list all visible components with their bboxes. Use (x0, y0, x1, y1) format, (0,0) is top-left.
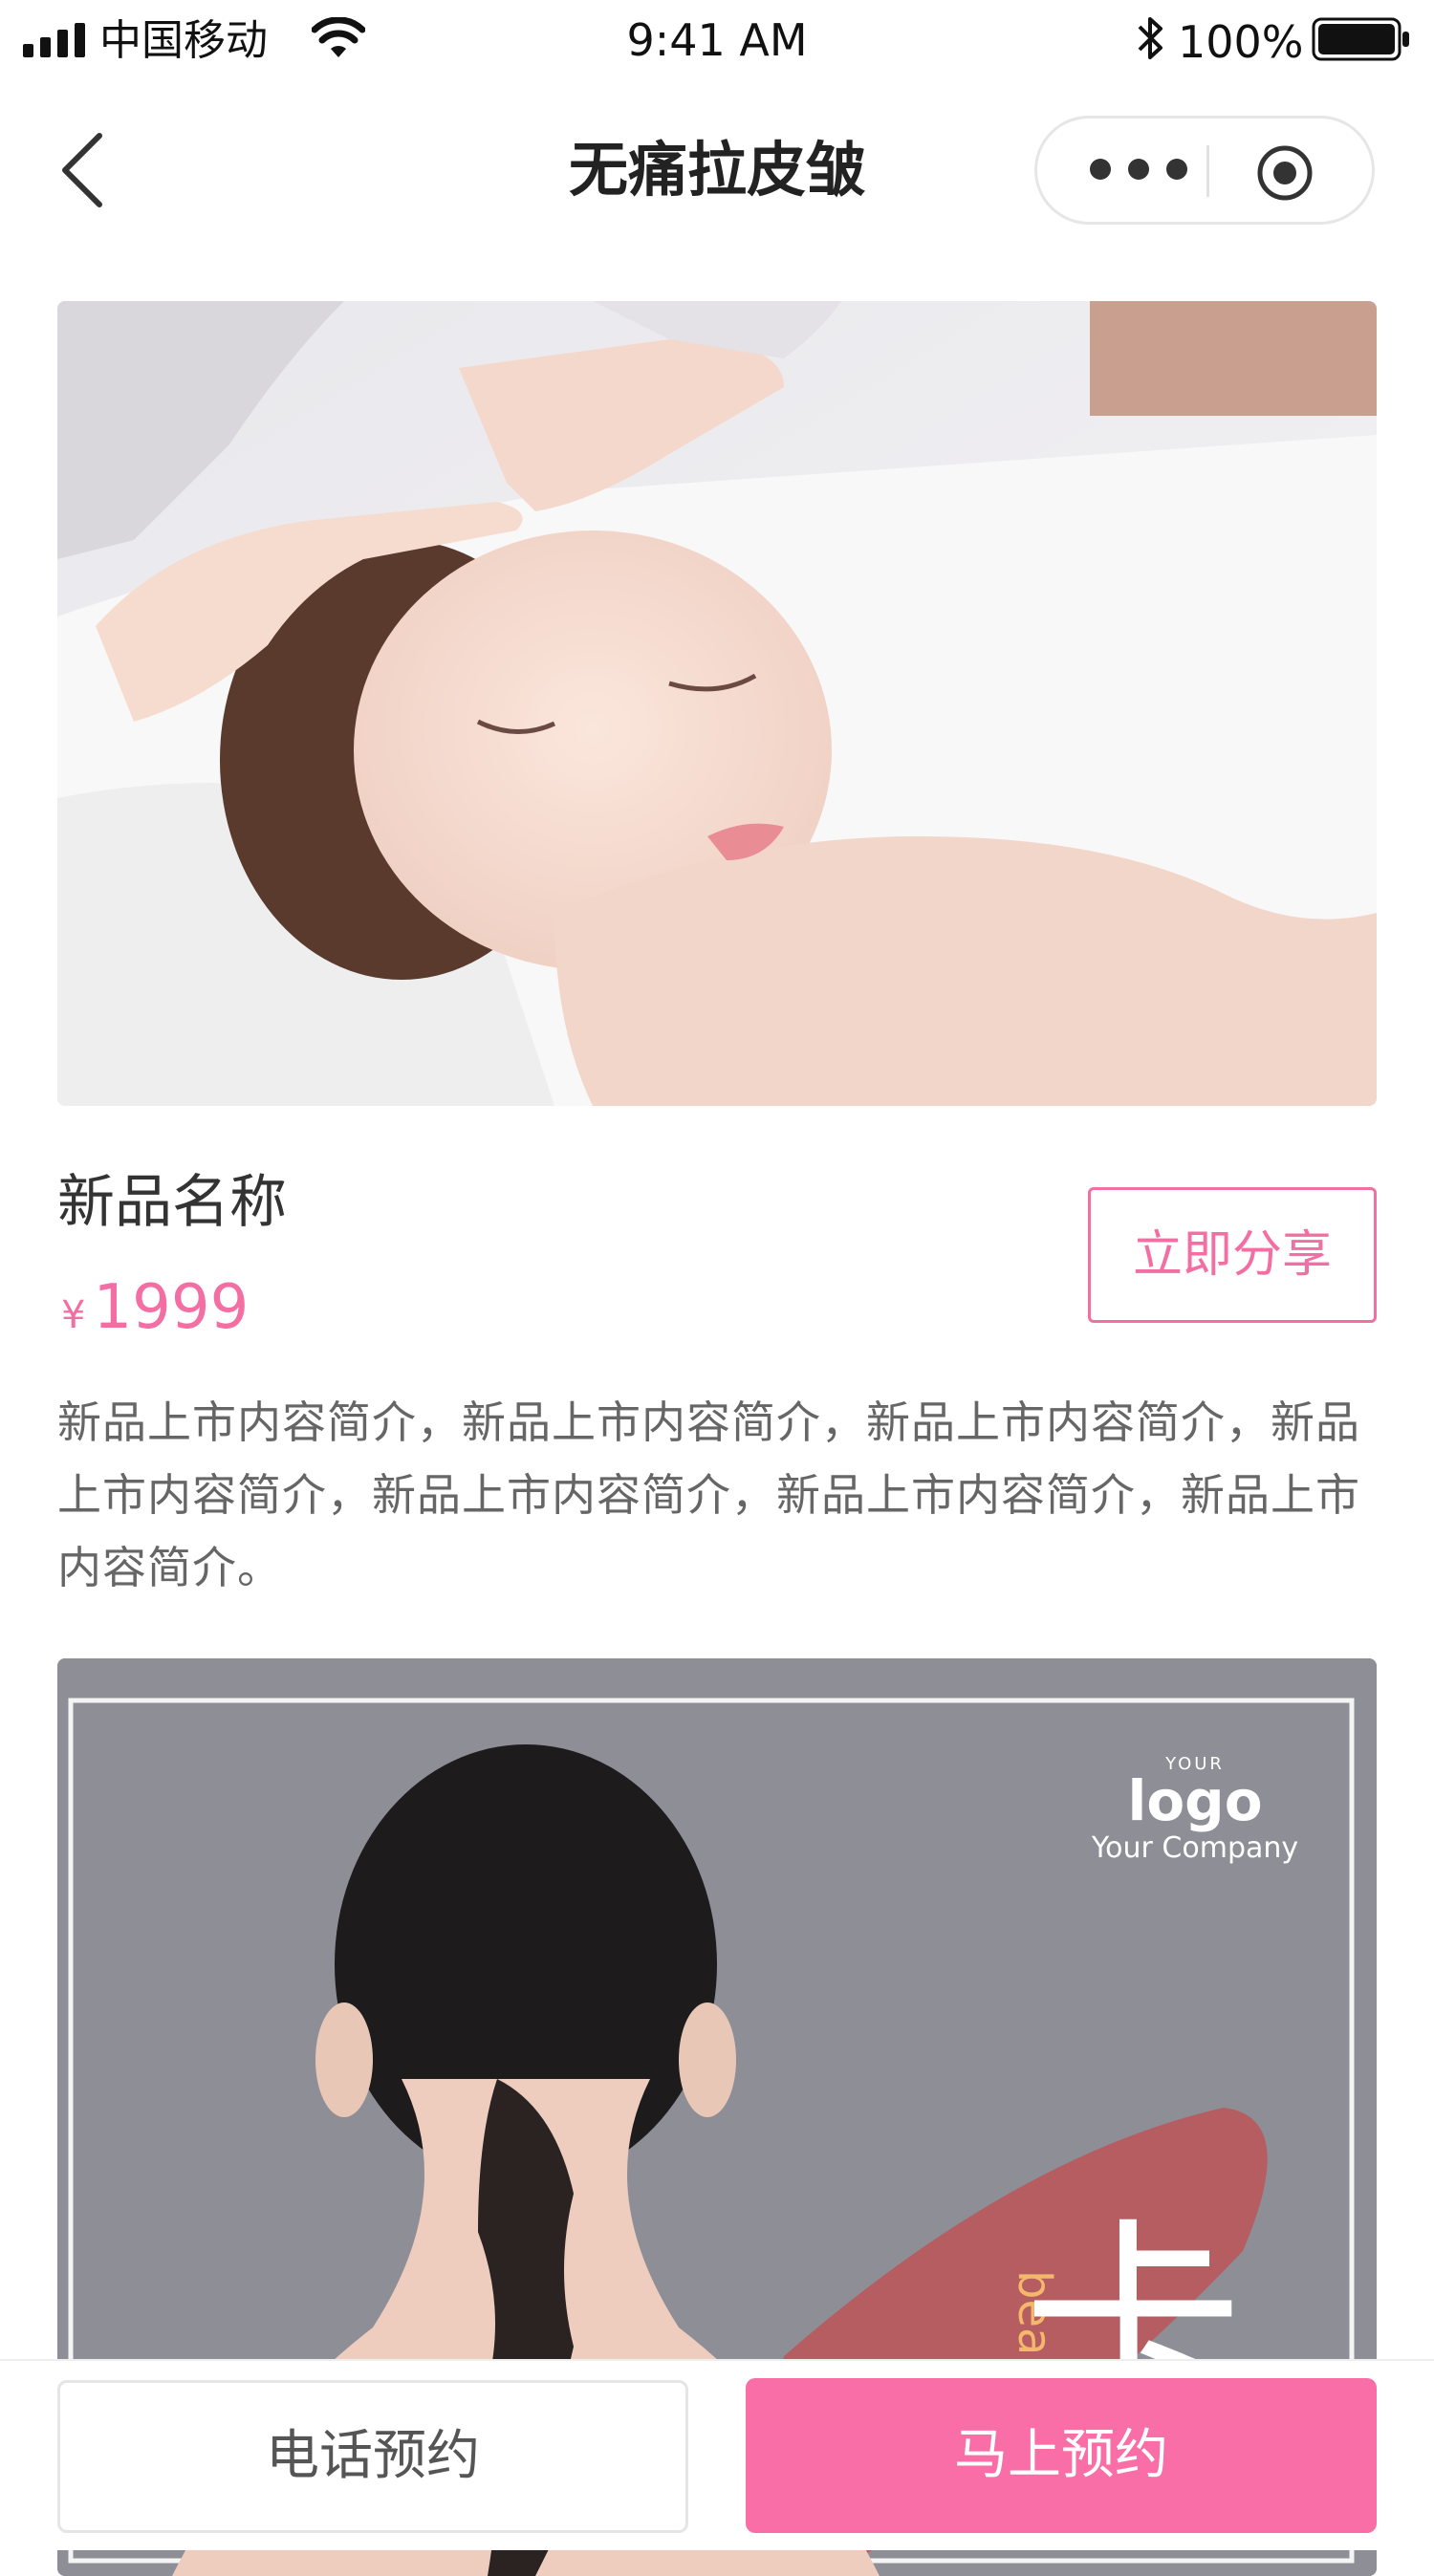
bluetooth-icon (1138, 17, 1162, 59)
capsule-divider (1206, 145, 1209, 197)
phone-booking-button[interactable]: 电话预约 (57, 2380, 688, 2533)
mini-program-capsule (1034, 116, 1375, 225)
promo-logo: YOUR logo Your Company (1071, 1755, 1319, 1870)
product-price: ¥1999 (61, 1269, 249, 1353)
battery-icon (1312, 17, 1409, 61)
record-target-icon[interactable] (1255, 143, 1314, 203)
currency-symbol: ¥ (61, 1293, 86, 1337)
product-description: 新品上市内容简介，新品上市内容简介，新品上市内容简介，新品上市内容简介，新品上市… (57, 1396, 1360, 1593)
facial-treatment-photo (57, 301, 1377, 1106)
more-dots-icon[interactable] (1081, 150, 1196, 188)
logo-company-text: Your Company (1091, 1831, 1299, 1865)
book-now-button[interactable]: 马上预约 (746, 2378, 1377, 2533)
product-name: 新品名称 (57, 1169, 287, 1236)
bottom-action-bar: 电话预约 马上预约 (0, 2359, 1434, 2550)
status-bar: 中国移动 9:41 AM 100% (0, 0, 1434, 82)
share-button[interactable]: 立即分享 (1088, 1187, 1377, 1323)
navigation-bar: 无痛拉皮皱 (0, 82, 1434, 254)
logo-text: logo (1127, 1768, 1263, 1833)
product-hero-image (57, 301, 1377, 1106)
price-value: 1999 (93, 1272, 250, 1343)
battery-percent: 100% (1178, 16, 1304, 68)
